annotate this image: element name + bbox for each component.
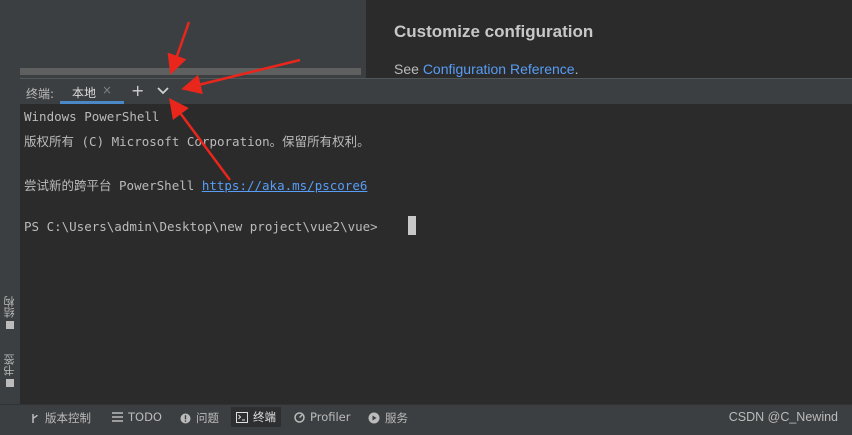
statusbar-item-terminal[interactable]: 终端 (231, 407, 281, 427)
chevron-down-icon (157, 87, 169, 95)
left-tool-strip: 结构 书签 (0, 0, 21, 404)
side-tab-structure-label: 结构 (3, 296, 16, 318)
documentation-panel: Customize configuration See Configuratio… (366, 0, 852, 78)
tab-local[interactable]: 本地 × (60, 79, 124, 104)
terminal-text: 尝试新的跨平台 PowerShell (24, 178, 202, 193)
terminal-header: 终端: 本地 × + (20, 78, 852, 106)
pscore6-link[interactable]: https://aka.ms/pscore6 (202, 178, 368, 193)
tab-local-label: 本地 (72, 86, 97, 100)
statusbar-item-label: 服务 (385, 411, 408, 425)
terminal-line: 尝试新的跨平台 PowerShell https://aka.ms/pscore… (24, 175, 367, 194)
doc-title: Customize configuration (394, 22, 594, 41)
side-tab-bookmarks[interactable]: 书签 (2, 354, 18, 387)
statusbar-item-profiler[interactable]: Profiler (294, 410, 351, 424)
add-terminal-button[interactable]: + (131, 81, 144, 101)
doc-see-prefix: See (394, 61, 423, 77)
statusbar-item-services[interactable]: 服务 (368, 410, 408, 426)
terminal-prompt: PS C:\Users\admin\Desktop\new project\vu… (24, 219, 386, 234)
branch-icon (32, 413, 38, 423)
close-icon[interactable]: × (102, 83, 112, 97)
side-tab-structure[interactable]: 结构 (2, 296, 18, 329)
statusbar-item-label: TODO (128, 410, 162, 424)
list-icon (112, 412, 123, 422)
bottom-strip (0, 429, 852, 435)
doc-suffix: . (574, 61, 579, 77)
services-icon (368, 412, 380, 424)
terminal-icon (236, 411, 248, 423)
structure-icon (6, 321, 14, 329)
csdn-watermark: CSDN @C_Newind (728, 410, 838, 424)
statusbar-item-label: 版本控制 (45, 411, 91, 425)
configuration-reference-link[interactable]: Configuration Reference (423, 61, 575, 77)
terminal-cursor (408, 216, 416, 235)
bookmark-icon (6, 379, 14, 387)
terminal-line: 版权所有 (C) Microsoft Corporation。保留所有权利。 (24, 134, 370, 149)
statusbar-item-label: Profiler (310, 410, 351, 424)
doc-see-line: See Configuration Reference. (394, 61, 578, 77)
statusbar-item-label: 终端 (253, 410, 276, 424)
editor-panel (20, 0, 366, 78)
statusbar-item-problems[interactable]: 问题 (180, 410, 219, 426)
statusbar-item-vcs[interactable]: 版本控制 (30, 410, 91, 426)
statusbar-item-todo[interactable]: TODO (112, 410, 162, 424)
status-bar: 版本控制 TODO 问题 终端 Profiler 服务 CSDN @C_Newi… (0, 404, 852, 430)
info-icon (180, 413, 191, 423)
horizontal-scrollbar[interactable] (20, 68, 361, 75)
terminal-dropdown-button[interactable] (156, 83, 170, 103)
terminal-label: 终端: (26, 87, 55, 101)
terminal-line: Windows PowerShell (24, 109, 160, 124)
side-tab-bookmarks-label: 书签 (3, 354, 16, 376)
statusbar-item-label: 问题 (196, 411, 219, 425)
terminal-output[interactable]: Windows PowerShell 版权所有 (C) Microsoft Co… (20, 104, 852, 404)
profiler-icon (294, 411, 305, 423)
